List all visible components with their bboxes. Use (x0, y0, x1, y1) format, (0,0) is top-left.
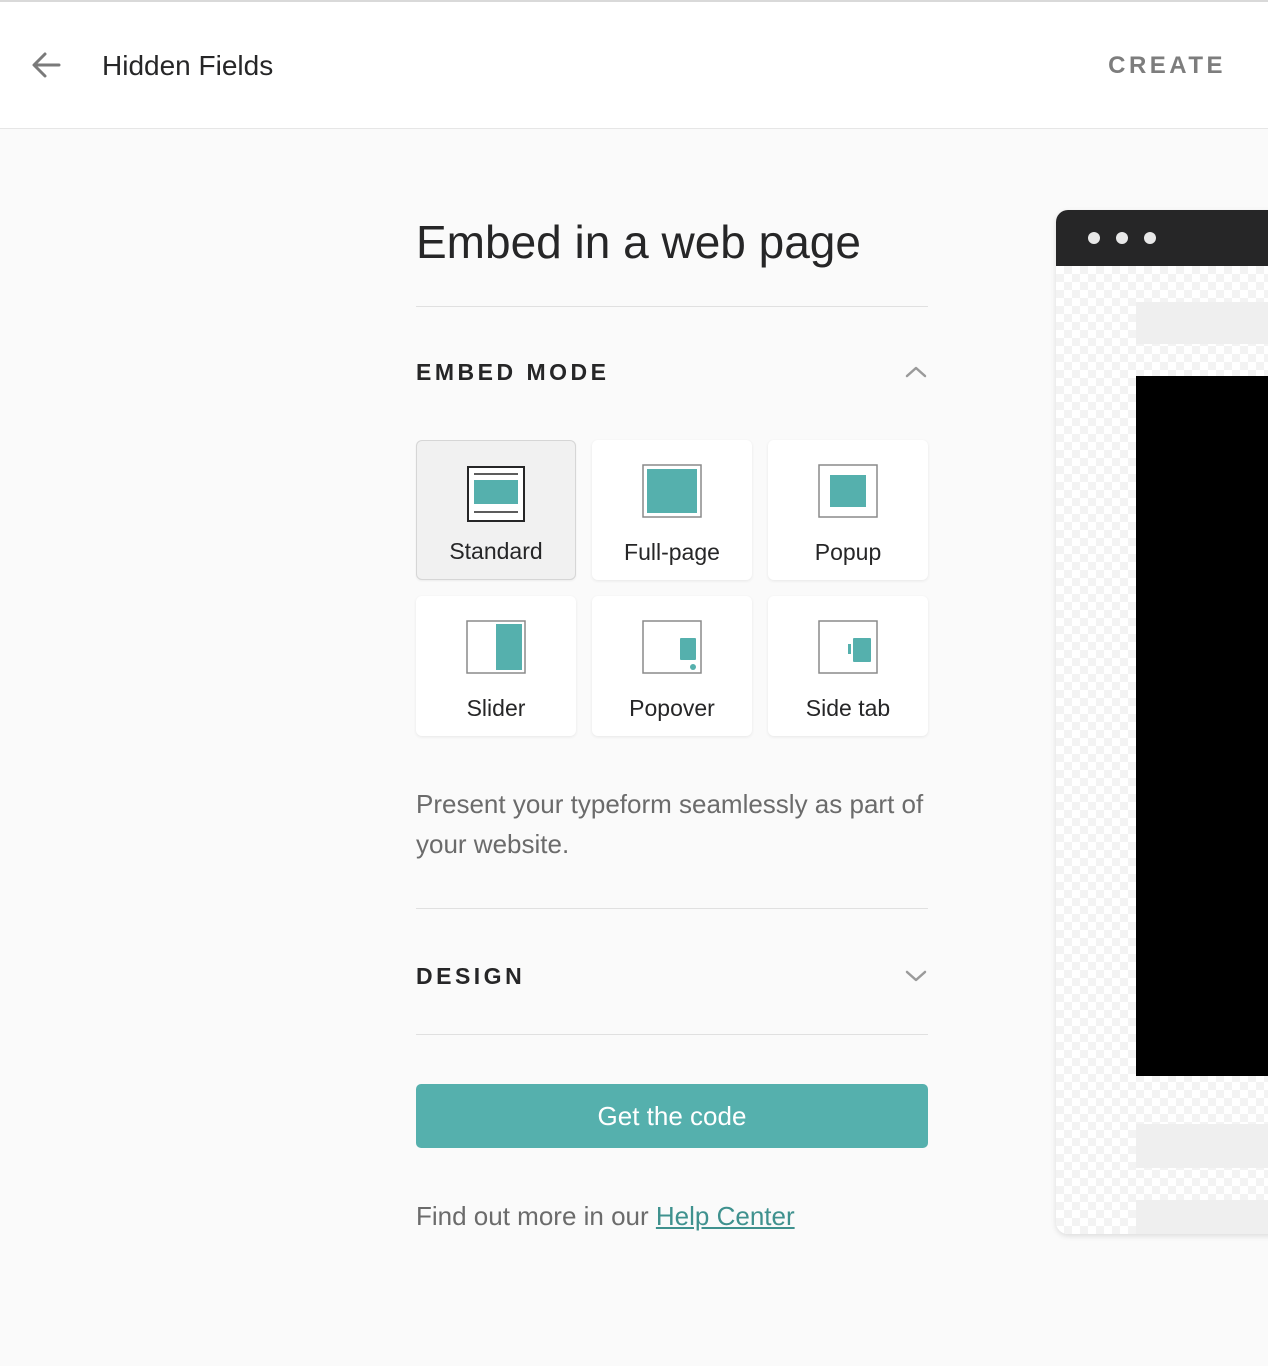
embed-mode-grid: Standard Full-page Popup Slider Popover … (416, 440, 928, 736)
mode-label: Slider (466, 695, 526, 721)
design-label: DESIGN (416, 963, 526, 989)
page-title: Embed in a web page (416, 216, 861, 268)
preview-canvas (1056, 266, 1268, 1234)
mode-label: Full-page (624, 539, 720, 565)
mode-side-tab[interactable]: Side tab (768, 596, 928, 736)
placeholder-block (1136, 302, 1268, 344)
popup-embed-icon (818, 464, 878, 518)
create-button[interactable]: CREATE (1108, 50, 1226, 82)
arrow-left-icon (32, 52, 61, 78)
mode-full-page[interactable]: Full-page (592, 440, 752, 580)
mode-popup[interactable]: Popup (768, 440, 928, 580)
help-center-link[interactable]: Help Center (656, 1201, 795, 1231)
embed-mode-description: Present your typeform seamlessly as part… (416, 789, 924, 859)
help-prefix: Find out more in our (416, 1201, 656, 1231)
back-button[interactable] (26, 44, 66, 84)
mode-label: Popup (814, 539, 882, 565)
mode-slider[interactable]: Slider (416, 596, 576, 736)
window-dot-icon (1144, 232, 1156, 244)
mode-label: Standard (449, 538, 543, 564)
window-dot-icon (1088, 232, 1100, 244)
mode-popover[interactable]: Popover (592, 596, 752, 736)
embedded-typeform-preview (1136, 376, 1268, 1076)
divider (416, 306, 928, 307)
divider (416, 908, 928, 909)
browser-title-bar (1056, 210, 1268, 266)
mode-standard[interactable]: Standard (416, 440, 576, 580)
placeholder-block (1136, 1200, 1268, 1234)
divider (416, 1034, 928, 1035)
design-section-toggle[interactable]: DESIGN (416, 956, 928, 996)
mode-label: Popover (629, 695, 715, 721)
page-header-title: Hidden Fields (102, 50, 274, 81)
placeholder-block (1136, 1124, 1268, 1168)
window-dot-icon (1116, 232, 1128, 244)
get-the-code-button[interactable]: Get the code (416, 1084, 928, 1148)
mode-label: Side tab (805, 695, 891, 721)
side-tab-embed-icon (818, 620, 878, 674)
top-bar: Hidden Fields CREATE (0, 2, 1268, 129)
embed-mode-section-toggle[interactable]: EMBED MODE (416, 352, 928, 392)
help-text: Find out more in our Help Center (416, 1196, 795, 1236)
popover-embed-icon (642, 620, 702, 674)
embed-mode-label: EMBED MODE (416, 359, 610, 385)
chevron-down-icon (905, 970, 927, 982)
full-page-embed-icon (642, 464, 702, 518)
embed-preview-window (1056, 210, 1268, 1234)
standard-embed-icon (467, 466, 525, 522)
chevron-up-icon (905, 366, 927, 378)
slider-embed-icon (466, 620, 526, 674)
